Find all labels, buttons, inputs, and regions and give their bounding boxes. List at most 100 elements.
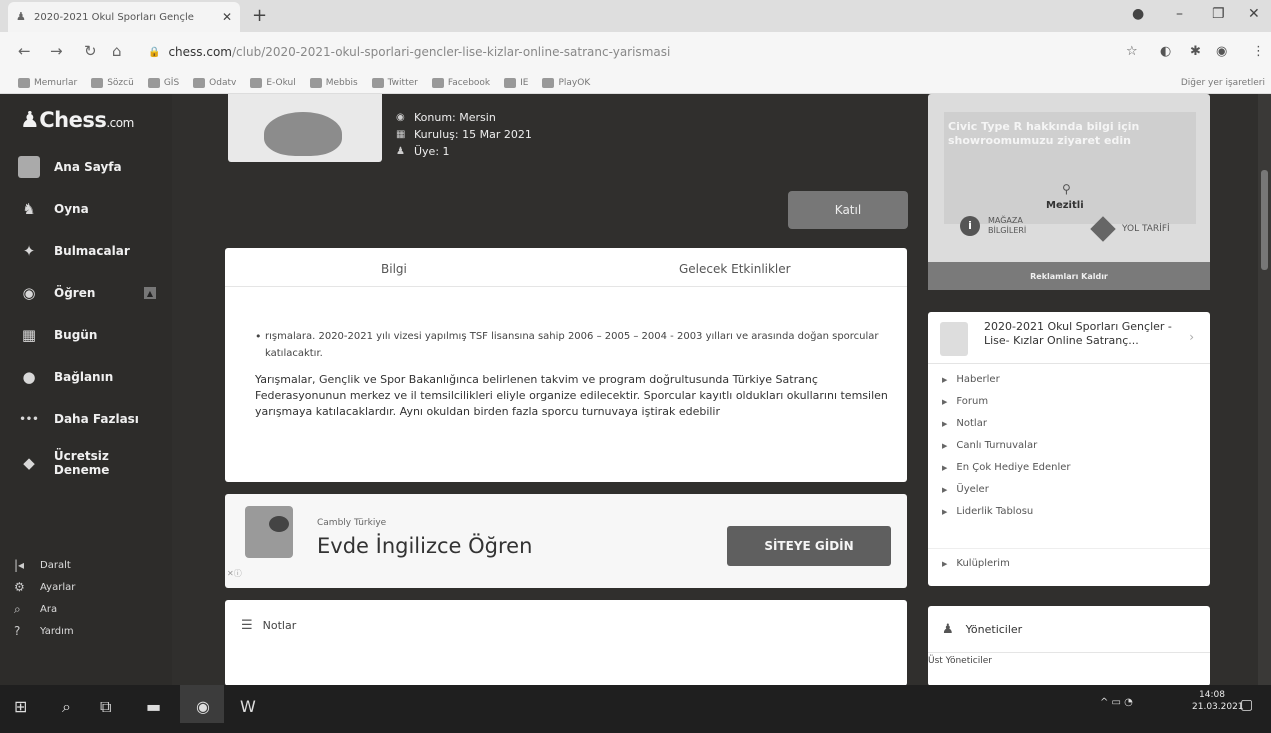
new-tab-icon[interactable]: + xyxy=(252,5,267,26)
chevron-right-icon[interactable]: › xyxy=(1189,330,1194,344)
chess-logo[interactable]: ♟Chess.com xyxy=(20,108,134,133)
remove-ads-link[interactable]: Reklamları Kaldır xyxy=(928,262,1210,290)
scrollbar[interactable] xyxy=(1258,94,1271,685)
browser-tab-bar: ♟ 2020-2021 Okul Sporları Gençle ✕ + ● –… xyxy=(0,0,1271,32)
minimize-icon[interactable]: – xyxy=(1176,6,1183,22)
scrollbar-thumb[interactable] xyxy=(1261,170,1268,270)
other-bookmarks[interactable]: Diğer yer işaretleri xyxy=(1181,78,1265,88)
sidebar-item-home[interactable]: Ana Sayfa xyxy=(18,154,168,180)
club-link-gifters[interactable]: ▶ En Çok Hediye Edenler xyxy=(942,462,1071,473)
tab-title: 2020-2021 Okul Sporları Gençle xyxy=(34,11,194,23)
back-icon[interactable]: ← xyxy=(18,42,31,60)
sidebar-item-play[interactable]: ♞ Oyna xyxy=(18,196,168,222)
sidebar: ♟Chess.com Ana Sayfa ♞ Oyna ✦ Bulmacalar ◉… xyxy=(0,94,172,685)
bookmark-icon xyxy=(250,77,263,88)
club-link-live[interactable]: ▶ Canlı Turnuvalar xyxy=(942,440,1037,451)
sidebar-collapse[interactable]: |◂ Daralt xyxy=(14,556,71,574)
promo-location: Mezitli xyxy=(1046,200,1084,211)
bookmark-item[interactable]: GİS xyxy=(147,77,179,88)
map-pin-icon: ⚲ xyxy=(1062,182,1071,196)
club-link-leaderboard[interactable]: ▶ Liderlik Tablosu xyxy=(942,506,1033,517)
club-link-forum[interactable]: ▶ Forum xyxy=(942,396,988,407)
admins-title: ♟ Yöneticiler xyxy=(942,622,1023,637)
club-link-members[interactable]: ▶ Üyeler xyxy=(942,484,989,495)
store-info-label: MAĞAZA BİLGİLERİ xyxy=(988,216,1027,235)
ad-banner[interactable]: Cambly Türkiye Evde İngilizce Öğren SİTE… xyxy=(225,494,907,588)
star-icon[interactable]: ☆ xyxy=(1126,44,1138,59)
close-window-icon[interactable]: ✕ xyxy=(1248,6,1260,22)
close-tab-icon[interactable]: ✕ xyxy=(222,10,232,24)
calendar-icon: ▦ xyxy=(21,326,37,344)
sidebar-settings[interactable]: ⚙ Ayarlar xyxy=(14,578,75,596)
bookmark-icon xyxy=(147,77,160,88)
url-field[interactable]: 🔒 chess.com/club/2020-2021-okul-sporlari… xyxy=(148,40,670,64)
home-icon[interactable]: ⌂ xyxy=(112,42,122,60)
sidebar-item-today[interactable]: ▦ Bugün xyxy=(18,322,168,348)
forward-icon[interactable]: → xyxy=(50,42,63,60)
lock-icon: 🔒 xyxy=(148,46,161,58)
ad-cta-button[interactable]: SİTEYE GİDİN xyxy=(727,526,891,566)
club-name: 2020-2021 Okul Sporları Gençler -Lise- K… xyxy=(984,320,1172,347)
sidebar-search[interactable]: ⌕ Ara xyxy=(14,600,57,618)
notes-card: ☰ Notlar xyxy=(225,600,907,686)
admins-icon: ♟ xyxy=(942,622,954,637)
bookmark-item[interactable]: PlayOK xyxy=(542,77,590,88)
sidebar-help[interactable]: ? Yardım xyxy=(14,622,74,640)
bookmark-item[interactable]: Sözcü xyxy=(91,77,134,88)
sidebar-item-free-trial[interactable]: ◆ Ücretsiz Deneme xyxy=(18,449,168,477)
ad-close-icon[interactable]: ✕ⓘ xyxy=(227,568,242,579)
club-avatar xyxy=(228,94,382,162)
club-header[interactable]: 2020-2021 Okul Sporları Gençler -Lise- K… xyxy=(928,312,1210,364)
sidebar-item-connect[interactable]: ● Bağlanın xyxy=(18,364,168,390)
bookmark-item[interactable]: Odatv xyxy=(193,77,236,88)
task-view-icon[interactable]: ⧉ xyxy=(100,697,111,717)
reload-icon[interactable]: ↻ xyxy=(84,42,97,60)
divider xyxy=(928,548,1210,549)
menu-icon[interactable]: ⋮ xyxy=(1252,44,1265,59)
windows-taskbar: ⊞ ⌕ ⧉ ▬ ◉ W ^ ▭ ◔ 14:08 21.03.2021 ▢ xyxy=(0,685,1271,733)
search-icon[interactable]: ⌕ xyxy=(62,697,71,717)
triangle-icon: ▶ xyxy=(942,463,948,472)
bookmark-item[interactable]: Facebook xyxy=(431,77,490,88)
file-explorer-icon[interactable]: ▬ xyxy=(146,697,161,716)
expand-badge-icon[interactable]: ▲ xyxy=(144,287,156,299)
word-icon[interactable]: W xyxy=(240,697,256,716)
club-location: ◉ Konum: Mersin xyxy=(396,110,496,124)
notification-icon[interactable]: ▢ xyxy=(1240,697,1253,713)
triangle-icon: ▶ xyxy=(942,507,948,516)
sidebar-item-learn[interactable]: ◉ Öğren ▲ xyxy=(18,280,168,306)
join-button[interactable]: Katıl xyxy=(788,191,908,229)
clock[interactable]: 14:08 21.03.2021 xyxy=(1192,689,1244,713)
play-board-icon: ♞ xyxy=(22,200,36,218)
sidebar-item-puzzles[interactable]: ✦ Bulmacalar xyxy=(18,238,168,264)
bookmark-item[interactable]: IE xyxy=(504,77,528,88)
puzzle-icon[interactable]: ✱ xyxy=(1190,44,1201,59)
restore-icon[interactable]: ❐ xyxy=(1212,6,1225,22)
info-icon: i xyxy=(960,216,980,236)
chat-icon: ● xyxy=(22,368,36,386)
bookmark-item[interactable]: E-Okul xyxy=(250,77,296,88)
bookmark-item[interactable]: Twitter xyxy=(371,77,418,88)
bookmark-item[interactable]: Memurlar xyxy=(18,77,77,88)
system-tray-icons[interactable]: ^ ▭ ◔ xyxy=(1100,697,1133,708)
club-link-notes[interactable]: ▶ Notlar xyxy=(942,418,987,429)
directions-button[interactable]: YOL TARİFİ xyxy=(1090,216,1170,242)
bookmark-item[interactable]: Mebbis xyxy=(309,77,358,88)
extension-icon[interactable]: ◐ xyxy=(1160,44,1171,59)
tab-info[interactable]: Bilgi xyxy=(381,262,407,276)
profile-icon[interactable]: ● xyxy=(1132,6,1144,22)
promo-ad[interactable]: Civic Type R hakkında bilgi için showroo… xyxy=(928,94,1210,290)
browser-tab[interactable]: ♟ 2020-2021 Okul Sporları Gençle ✕ xyxy=(8,2,240,32)
sidebar-item-more[interactable]: ••• Daha Fazlası xyxy=(18,406,168,432)
tab-upcoming-events[interactable]: Gelecek Etkinlikler xyxy=(679,262,791,276)
club-link-news[interactable]: ▶ Haberler xyxy=(942,374,1000,385)
store-info-button[interactable]: i MAĞAZA BİLGİLERİ xyxy=(960,216,1026,236)
collapse-icon: |◂ xyxy=(14,558,25,572)
avatar-icon[interactable]: ◉ xyxy=(1216,44,1227,59)
club-link-my-clubs[interactable]: ▶ Kulüplerim xyxy=(942,558,1010,569)
bookmark-icon xyxy=(18,77,30,88)
chrome-icon[interactable]: ◉ xyxy=(196,697,210,716)
bookmark-icon xyxy=(542,77,555,88)
windows-start-icon[interactable]: ⊞ xyxy=(14,697,27,716)
gear-icon: ⚙ xyxy=(14,580,25,594)
